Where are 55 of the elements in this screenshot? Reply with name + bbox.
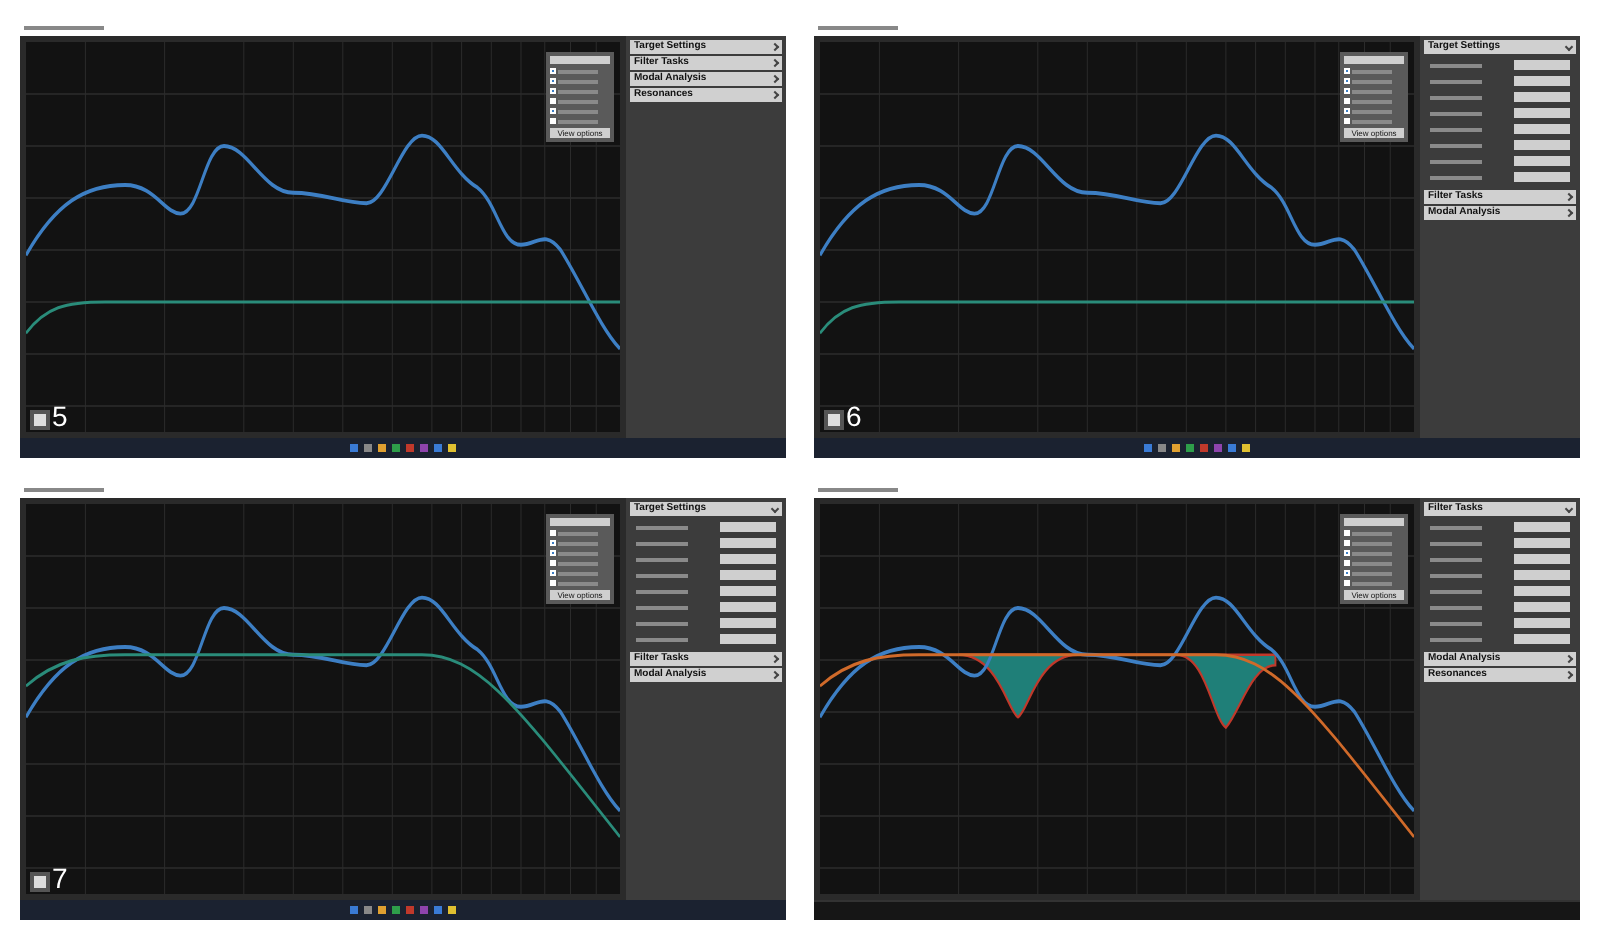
checkbox[interactable] (1344, 68, 1350, 74)
checkbox[interactable] (1344, 118, 1350, 124)
input-field[interactable] (1514, 156, 1570, 166)
dropdown-field[interactable] (550, 56, 610, 64)
checkbox[interactable] (550, 580, 556, 586)
step-number: 5 (52, 402, 68, 430)
checkbox[interactable] (550, 88, 556, 94)
dropdown-field[interactable] (1344, 518, 1404, 526)
checkbox[interactable] (1344, 98, 1350, 104)
checkbox[interactable] (1344, 88, 1350, 94)
checkbox[interactable] (1344, 570, 1350, 576)
checkbox[interactable] (550, 68, 556, 74)
checkbox[interactable] (550, 530, 556, 536)
checkbox[interactable] (1344, 530, 1350, 536)
step-number: 6 (846, 402, 862, 430)
checkbox[interactable] (1344, 560, 1350, 566)
input-field[interactable] (720, 618, 776, 628)
input-field[interactable] (1514, 108, 1570, 118)
input-field[interactable] (720, 634, 776, 644)
checkbox[interactable] (1344, 78, 1350, 84)
input-field[interactable] (720, 570, 776, 580)
input-field[interactable] (1514, 554, 1570, 564)
checkbox[interactable] (550, 108, 556, 114)
step-number: 7 (52, 864, 68, 892)
checkbox[interactable] (550, 118, 556, 124)
checkbox[interactable] (1344, 540, 1350, 546)
input-field[interactable] (1514, 140, 1570, 150)
input-field[interactable] (720, 522, 776, 532)
checkbox[interactable] (1344, 550, 1350, 556)
input-field[interactable] (1514, 634, 1570, 644)
input-field[interactable] (720, 538, 776, 548)
input-field[interactable] (1514, 92, 1570, 102)
input-field[interactable] (1514, 522, 1570, 532)
input-field[interactable] (1514, 172, 1570, 182)
input-field[interactable] (1514, 538, 1570, 548)
checkbox[interactable] (550, 98, 556, 104)
checkbox[interactable] (550, 560, 556, 566)
input-field[interactable] (1514, 618, 1570, 628)
checkbox[interactable] (550, 550, 556, 556)
input-field[interactable] (1514, 602, 1570, 612)
dropdown-field[interactable] (550, 518, 610, 526)
input-field[interactable] (720, 602, 776, 612)
checkbox[interactable] (550, 78, 556, 84)
input-field[interactable] (720, 554, 776, 564)
input-field[interactable] (1514, 60, 1570, 70)
input-field[interactable] (1514, 76, 1570, 86)
input-field[interactable] (1514, 124, 1570, 134)
checkbox[interactable] (1344, 108, 1350, 114)
input-field[interactable] (720, 586, 776, 596)
dropdown-field[interactable] (1344, 56, 1404, 64)
checkbox[interactable] (550, 540, 556, 546)
input-field[interactable] (1514, 586, 1570, 596)
checkbox[interactable] (1344, 580, 1350, 586)
checkbox[interactable] (550, 570, 556, 576)
input-field[interactable] (1514, 570, 1570, 580)
